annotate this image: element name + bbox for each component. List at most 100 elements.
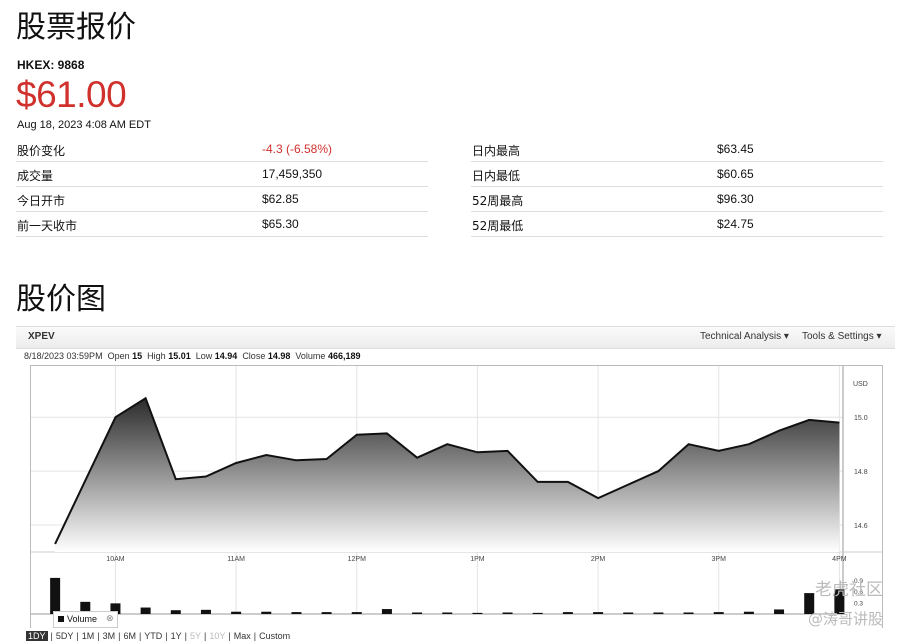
quote-value: $62.85 [262, 192, 299, 206]
x-tick-label: 10AM [106, 556, 124, 563]
quote-row-prev-close: 前一天收市 $65.30 [16, 212, 428, 237]
volume-bar [171, 610, 181, 614]
y-tick-label: 14.6 [854, 523, 868, 530]
range-5y[interactable]: 5Y [190, 631, 201, 641]
volume-bar [50, 578, 60, 614]
quote-label: 前一天收市 [17, 217, 77, 234]
volume-tick-label: 0.3 [854, 601, 863, 608]
quote-row-52w-high: 52周最高 $96.30 [471, 187, 883, 212]
volume-bar [533, 613, 543, 614]
ohlc-datetime: 8/18/2023 03:59PM [24, 351, 103, 361]
ohlc-open-label: Open [108, 351, 130, 361]
volume-bar [261, 612, 271, 614]
last-price: $61.00 [16, 74, 126, 116]
ohlc-high: 15.01 [168, 351, 191, 361]
volume-bar [684, 612, 694, 614]
volume-bar [744, 612, 754, 614]
volume-bar [442, 612, 452, 614]
ohlc-volume: 466,189 [328, 351, 361, 361]
tools-settings-menu[interactable]: Tools & Settings ▾ [802, 331, 882, 342]
range-1y[interactable]: 1Y [171, 631, 182, 641]
ohlc-readout: 8/18/2023 03:59PM Open 15 High 15.01 Low… [24, 351, 360, 361]
volume-bar [472, 613, 482, 614]
quote-row-open: 今日开市 $62.85 [16, 187, 428, 212]
range-1m[interactable]: 1M [82, 631, 95, 641]
quote-label: 成交量 [17, 167, 53, 184]
quote-value: $65.30 [262, 217, 299, 231]
volume-bar [774, 609, 784, 614]
quote-value: 17,459,350 [262, 167, 322, 181]
range-separator: | [139, 631, 141, 641]
volume-bar [382, 609, 392, 614]
volume-bar [141, 608, 151, 614]
x-tick-label: 12PM [348, 556, 366, 563]
volume-bar [231, 612, 241, 614]
quote-label: 今日开市 [17, 192, 65, 209]
volume-legend[interactable]: Volume ⊗ [53, 611, 118, 628]
quote-value: $63.45 [717, 142, 754, 156]
range-separator: | [97, 631, 99, 641]
chart-symbol: XPEV [28, 331, 55, 342]
quote-label: 股价变化 [17, 142, 65, 159]
ohlc-open: 15 [132, 351, 142, 361]
quote-row-day-low: 日内最低 $60.65 [471, 162, 883, 187]
quote-row-52w-low: 52周最低 $24.75 [471, 212, 883, 237]
x-tick-label: 2PM [591, 556, 606, 563]
range-5dy[interactable]: 5DY [56, 631, 74, 641]
x-tick-label: 3PM [712, 556, 727, 563]
ohlc-close-label: Close [242, 351, 265, 361]
range-10y[interactable]: 10Y [209, 631, 225, 641]
price-area-fill [55, 398, 839, 552]
y-tick-label: 15.0 [854, 415, 868, 422]
quote-value: $96.30 [717, 192, 754, 206]
volume-bar [653, 612, 663, 614]
range-separator: | [228, 631, 230, 641]
volume-bar [352, 612, 362, 614]
quote-label: 52周最低 [472, 217, 523, 234]
quote-timestamp: Aug 18, 2023 4:08 AM EDT [17, 119, 151, 131]
range-separator: | [204, 631, 206, 641]
range-3m[interactable]: 3M [103, 631, 116, 641]
range-6m[interactable]: 6M [123, 631, 136, 641]
ohlc-low: 14.94 [215, 351, 238, 361]
volume-bar [503, 612, 513, 614]
volume-bar [412, 612, 422, 614]
volume-bar [623, 612, 633, 614]
currency-label: USD [853, 381, 868, 388]
quote-row-volume: 成交量 17,459,350 [16, 162, 428, 187]
watermark-community: 老虎社区 [815, 575, 883, 600]
chart-section-title: 股价图 [16, 274, 106, 318]
ohlc-low-label: Low [196, 351, 213, 361]
chart-plot-area[interactable]: 10AM11AM12PM1PM2PM3PM4PM15.014.814.6USD0… [30, 365, 883, 628]
volume-bar [714, 612, 724, 614]
ohlc-close: 14.98 [268, 351, 291, 361]
page-title: 股票报价 [16, 2, 136, 46]
y-tick-label: 14.8 [854, 469, 868, 476]
volume-bar [201, 610, 211, 614]
x-tick-label: 11AM [227, 556, 245, 563]
range-max[interactable]: Max [234, 631, 251, 641]
volume-swatch [58, 616, 64, 622]
range-separator: | [254, 631, 256, 641]
range-custom[interactable]: Custom [259, 631, 290, 641]
range-ytd[interactable]: YTD [144, 631, 162, 641]
ticker-symbol: HKEX: 9868 [17, 58, 84, 72]
x-tick-label: 4PM [832, 556, 847, 563]
volume-bar [563, 612, 573, 614]
price-chart-svg: 10AM11AM12PM1PM2PM3PM4PM15.014.814.6USD0… [31, 366, 882, 628]
range-separator: | [185, 631, 187, 641]
range-1dy[interactable]: 1DY [26, 631, 48, 641]
watermark-author: @涛哥讲股 [808, 608, 883, 629]
volume-bar [291, 612, 301, 614]
range-selector: 1DY|5DY|1M|3M|6M|YTD|1Y|5Y|10Y|Max|Custo… [26, 631, 293, 641]
volume-bar [322, 612, 332, 614]
quote-table-left: 股价变化 -4.3 (-6.58%) 成交量 17,459,350 今日开市 $… [16, 137, 428, 237]
quote-row-change: 股价变化 -4.3 (-6.58%) [16, 137, 428, 162]
close-icon[interactable]: ⊗ [106, 613, 114, 624]
technical-analysis-menu[interactable]: Technical Analysis ▾ [700, 331, 789, 342]
range-separator: | [165, 631, 167, 641]
quote-row-day-high: 日内最高 $63.45 [471, 137, 883, 162]
quote-value: -4.3 (-6.58%) [262, 142, 332, 156]
quote-value: $60.65 [717, 167, 754, 181]
quote-label: 52周最高 [472, 192, 523, 209]
